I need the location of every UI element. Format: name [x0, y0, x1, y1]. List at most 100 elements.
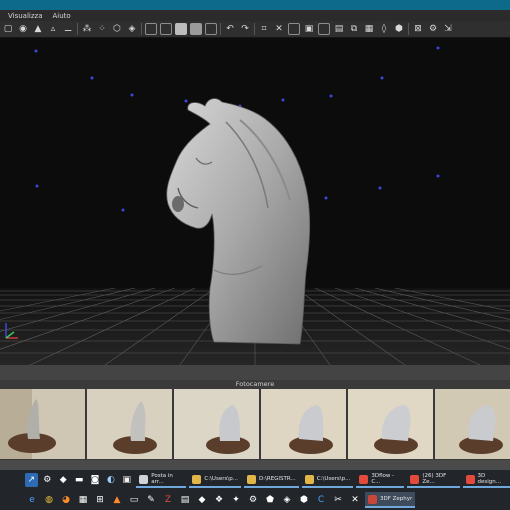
- grid-icon[interactable]: [145, 23, 157, 35]
- photo-3: [174, 389, 259, 459]
- camera-thumbnail[interactable]: [0, 389, 85, 459]
- app-icon[interactable]: ◆: [195, 493, 209, 507]
- taskbar-button[interactable]: 3D design...: [462, 472, 510, 488]
- taskbar-button[interactable]: Posta in arr...: [136, 472, 187, 488]
- cube-icon[interactable]: [175, 23, 187, 35]
- mesh-icon[interactable]: ⬡: [111, 23, 123, 35]
- taskbar-button[interactable]: 3Dflow - C...: [356, 472, 405, 488]
- camera-view-icon[interactable]: ⌗: [258, 23, 270, 35]
- store-icon[interactable]: ▣: [120, 473, 133, 487]
- move-icon[interactable]: ◉: [17, 23, 29, 35]
- texture-icon[interactable]: ⧉: [348, 23, 360, 35]
- mail-icon: [139, 474, 149, 484]
- folder-icon: [192, 474, 202, 484]
- measure-icon[interactable]: ⊠: [412, 23, 424, 35]
- camera-thumbnail[interactable]: [435, 389, 510, 459]
- taskbar-button[interactable]: (26) 3DF Ze...: [407, 472, 460, 488]
- menu-aiuto[interactable]: Aiuto: [52, 12, 70, 20]
- taskbar-label: (26) 3DF Ze...: [422, 473, 447, 485]
- app-icon[interactable]: ⬟: [263, 493, 277, 507]
- taskbar-label: Posta in arr...: [151, 473, 173, 485]
- panel-divider: [0, 365, 510, 380]
- taskbar-label: C:\Users\p...: [204, 476, 238, 482]
- lasso-icon[interactable]: ⁂: [81, 23, 93, 35]
- shield-icon[interactable]: ◈: [126, 23, 138, 35]
- taskbar-row-1: ↗ ⚙ ◆ ▬ ◙ ◐ ▣ Posta in arr... C:\Users\p…: [0, 470, 510, 490]
- box-icon[interactable]: [205, 23, 217, 35]
- app-icon[interactable]: ⚙: [246, 493, 260, 507]
- app-icon[interactable]: ✂: [331, 493, 345, 507]
- photo-5: [348, 389, 433, 459]
- redo-icon[interactable]: ↷: [239, 23, 251, 35]
- camera-thumbnail[interactable]: [174, 389, 259, 459]
- taskbar-row-2: e ◍ ◕ ▦ ⊞ ▲ ▭ ✎ Z ▤ ◆ ❖ ✦ ⚙ ⬟ ◈ ⬢ C ✂ ✕ …: [0, 490, 510, 510]
- menu-visualizza[interactable]: Visualizza: [8, 12, 42, 20]
- taskbar-button[interactable]: C:\Users\p...: [301, 472, 354, 488]
- taskbar-button[interactable]: C:\Users\p...: [189, 472, 241, 488]
- taskbar-button-active[interactable]: 3DF Zephyr: [365, 492, 416, 508]
- app-icon[interactable]: C: [314, 493, 328, 507]
- gear-icon[interactable]: ⚙: [41, 473, 54, 487]
- zephyr-icon: [368, 494, 377, 504]
- cameras-panel-title: Fotocamere: [0, 380, 510, 389]
- toolbar-separator: [220, 23, 221, 35]
- shortcut-icon[interactable]: ◆: [57, 473, 70, 487]
- cameras-scrollbar[interactable]: [0, 460, 510, 470]
- folder-icon: [246, 474, 256, 484]
- camera-icon[interactable]: ◙: [89, 473, 102, 487]
- select-icon[interactable]: ▢: [2, 23, 14, 35]
- shortcut-icon[interactable]: ✎: [144, 493, 158, 507]
- rotate-icon[interactable]: ▲: [32, 23, 44, 35]
- taskbar-label: 3D design...: [477, 473, 502, 485]
- chrome-icon: [465, 474, 475, 484]
- crop-icon[interactable]: ✕: [273, 23, 285, 35]
- photo-6: [435, 389, 510, 459]
- render-icon[interactable]: ▦: [363, 23, 375, 35]
- export-icon[interactable]: ⇲: [442, 23, 454, 35]
- camera-thumbnail[interactable]: [87, 389, 172, 459]
- taskbar-label: 3DF Zephyr: [380, 496, 413, 502]
- settings-icon[interactable]: ⚙: [427, 23, 439, 35]
- app-icon[interactable]: ◈: [280, 493, 294, 507]
- window-title-bar: [0, 0, 510, 10]
- vlc-icon[interactable]: ▲: [110, 493, 124, 507]
- box-icon[interactable]: [160, 23, 172, 35]
- toolbar-separator: [254, 23, 255, 35]
- grid-icon[interactable]: ⊞: [93, 493, 107, 507]
- 3d-viewport[interactable]: [0, 38, 510, 365]
- app-icon[interactable]: ✦: [229, 493, 243, 507]
- taskbar-label: D:\REGISTR...: [258, 476, 296, 482]
- camera-thumbnail[interactable]: [261, 389, 346, 459]
- scale-icon[interactable]: ▵: [47, 23, 59, 35]
- filezilla-icon[interactable]: Z: [161, 493, 175, 507]
- app-icon[interactable]: ❖: [212, 493, 226, 507]
- cameras-strip: [0, 389, 510, 460]
- hex-icon[interactable]: ⬢: [393, 23, 405, 35]
- shortcut-icon[interactable]: ↗: [25, 473, 38, 487]
- chrome-icon[interactable]: ◍: [42, 493, 56, 507]
- fill-icon[interactable]: [288, 23, 300, 35]
- zephyr-app-window: Visualizza Aiuto ▢ ◉ ▲ ▵ ⚊ ⁂ ⁘ ⬡ ◈ ↶ ↷ ⌗…: [0, 0, 510, 510]
- taskbar-button[interactable]: D:\REGISTR...: [243, 472, 299, 488]
- app-icon[interactable]: ✕: [348, 493, 362, 507]
- taskbar-label: C:\Users\p...: [316, 476, 351, 482]
- scene-svg: [0, 46, 510, 365]
- undo-icon[interactable]: ↶: [224, 23, 236, 35]
- calculator-icon[interactable]: ▦: [76, 493, 90, 507]
- point-icon[interactable]: ▣: [303, 23, 315, 35]
- firefox-icon[interactable]: ◕: [59, 493, 73, 507]
- video-icon[interactable]: ▬: [73, 473, 86, 487]
- wire-icon[interactable]: [318, 23, 330, 35]
- edge-icon[interactable]: e: [25, 493, 39, 507]
- brush-icon[interactable]: ⚊: [62, 23, 74, 35]
- photo-4: [261, 389, 346, 459]
- layers-icon[interactable]: [190, 23, 202, 35]
- explorer-icon[interactable]: ▤: [178, 493, 192, 507]
- shade-icon[interactable]: ▤: [333, 23, 345, 35]
- terminal-icon[interactable]: ▭: [127, 493, 141, 507]
- globe-icon[interactable]: ◐: [104, 473, 117, 487]
- light-icon[interactable]: ◊: [378, 23, 390, 35]
- app-icon[interactable]: ⬢: [297, 493, 311, 507]
- camera-thumbnail[interactable]: [348, 389, 433, 459]
- transform-icon[interactable]: ⁘: [96, 23, 108, 35]
